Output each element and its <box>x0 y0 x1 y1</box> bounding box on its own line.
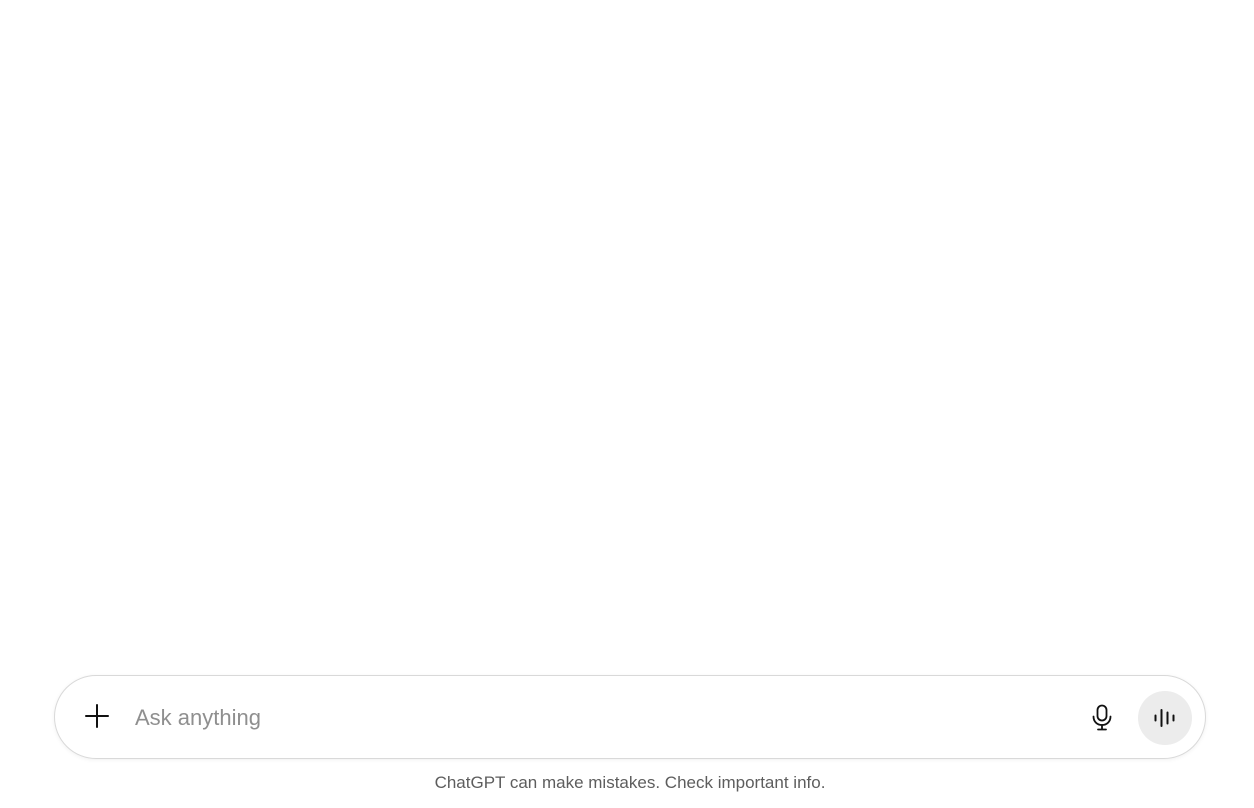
prompt-composer <box>54 675 1206 759</box>
prompt-input[interactable] <box>135 698 1075 738</box>
disclaimer-text: ChatGPT can make mistakes. Check importa… <box>434 773 826 792</box>
voice-waveform-icon <box>1154 709 1175 727</box>
microphone-icon <box>1092 704 1112 731</box>
voice-mode-button[interactable] <box>1138 691 1192 745</box>
plus-icon <box>85 704 109 728</box>
dictate-button[interactable] <box>1082 698 1122 738</box>
add-attachment-button[interactable] <box>77 696 117 736</box>
chat-page: ChatGPT can make mistakes. Check importa… <box>0 0 1254 808</box>
